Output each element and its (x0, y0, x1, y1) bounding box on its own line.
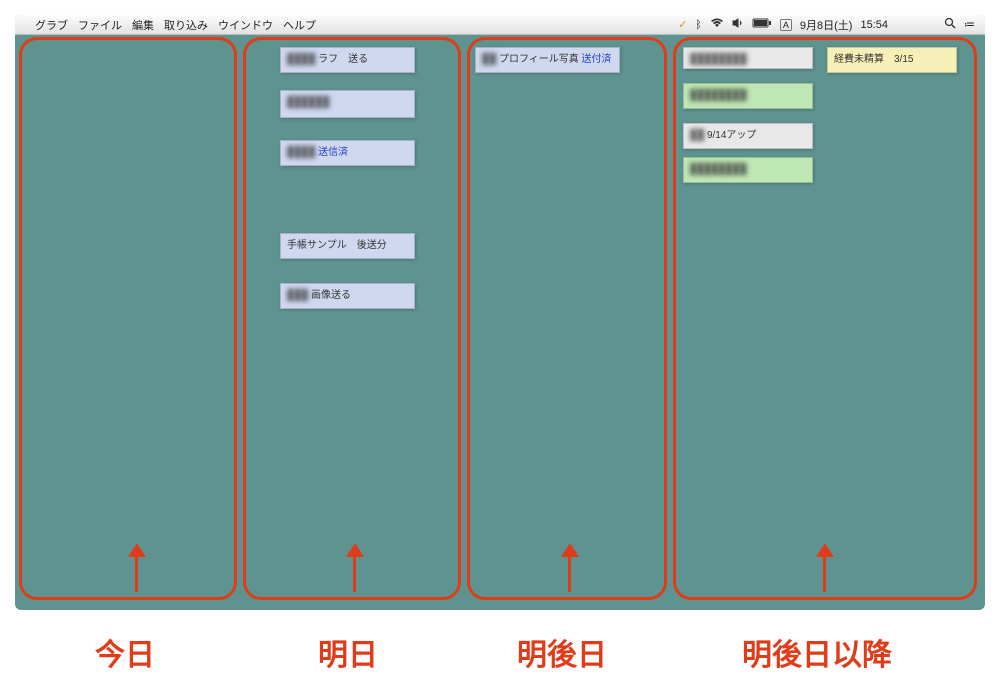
notification-center-icon[interactable]: ≔ (964, 18, 975, 31)
menu-window[interactable]: ウインドウ (218, 17, 273, 33)
ime-indicator[interactable]: A (780, 19, 792, 31)
menu-capture[interactable]: 取り込み (164, 17, 208, 33)
annotation-col-day-after (467, 37, 667, 600)
menubar-time[interactable]: 15:54 (860, 19, 888, 31)
sticky-note[interactable]: ██████ (280, 90, 415, 118)
sticky-note[interactable]: ████ ラフ 送る (280, 47, 415, 73)
column-label-later: 明後日以降 (742, 630, 892, 674)
desktop-area: ████ ラフ 送る ██████ ████ 送信済 手帳サンプル 後送分 ██… (15, 35, 985, 610)
spotlight-icon[interactable] (944, 17, 956, 32)
column-label-today: 今日 (95, 630, 155, 674)
sticky-note[interactable]: ████████ (683, 47, 813, 69)
battery-icon[interactable] (752, 18, 772, 31)
sticky-note[interactable]: ████████ (683, 157, 813, 183)
menu-file[interactable]: ファイル (78, 17, 122, 33)
desktop-frame: グラブ ファイル 編集 取り込み ウインドウ ヘルプ ✓ ᛒ A 9月8日(土)… (15, 15, 985, 610)
annotation-col-tomorrow (243, 37, 461, 600)
column-label-day-after: 明後日 (517, 630, 607, 674)
volume-icon[interactable] (732, 18, 744, 31)
sticky-note[interactable]: ███ 画像送る (280, 283, 415, 309)
menu-help[interactable]: ヘルプ (283, 17, 316, 33)
annotation-col-later (673, 37, 977, 600)
annotation-arrow (568, 554, 571, 592)
annotation-col-today (19, 37, 237, 600)
annotation-arrow (135, 554, 138, 592)
menu-edit[interactable]: 編集 (132, 17, 154, 33)
menubar: グラブ ファイル 編集 取り込み ウインドウ ヘルプ ✓ ᛒ A 9月8日(土)… (15, 15, 985, 35)
annotation-arrow (353, 554, 356, 592)
column-label-tomorrow: 明日 (318, 630, 378, 674)
sticky-note[interactable]: 手帳サンプル 後送分 (280, 233, 415, 259)
sticky-note[interactable]: ████ 送信済 (280, 140, 415, 166)
sticky-note[interactable]: ██ プロフィール写真 送付済 (475, 47, 620, 73)
annotation-arrow (823, 554, 826, 592)
sync-check-icon[interactable]: ✓ (678, 18, 687, 31)
bluetooth-icon[interactable]: ᛒ (695, 19, 702, 31)
sticky-note[interactable]: 経費未精算 3/15 (827, 47, 957, 73)
menubar-date[interactable]: 9月8日(土) (800, 17, 853, 33)
menu-app[interactable]: グラブ (35, 17, 68, 33)
menubar-user[interactable] (896, 17, 936, 33)
sticky-note[interactable]: ██ 9/14アップ (683, 123, 813, 149)
sticky-note[interactable]: ████████ (683, 83, 813, 109)
wifi-icon[interactable] (710, 18, 724, 31)
